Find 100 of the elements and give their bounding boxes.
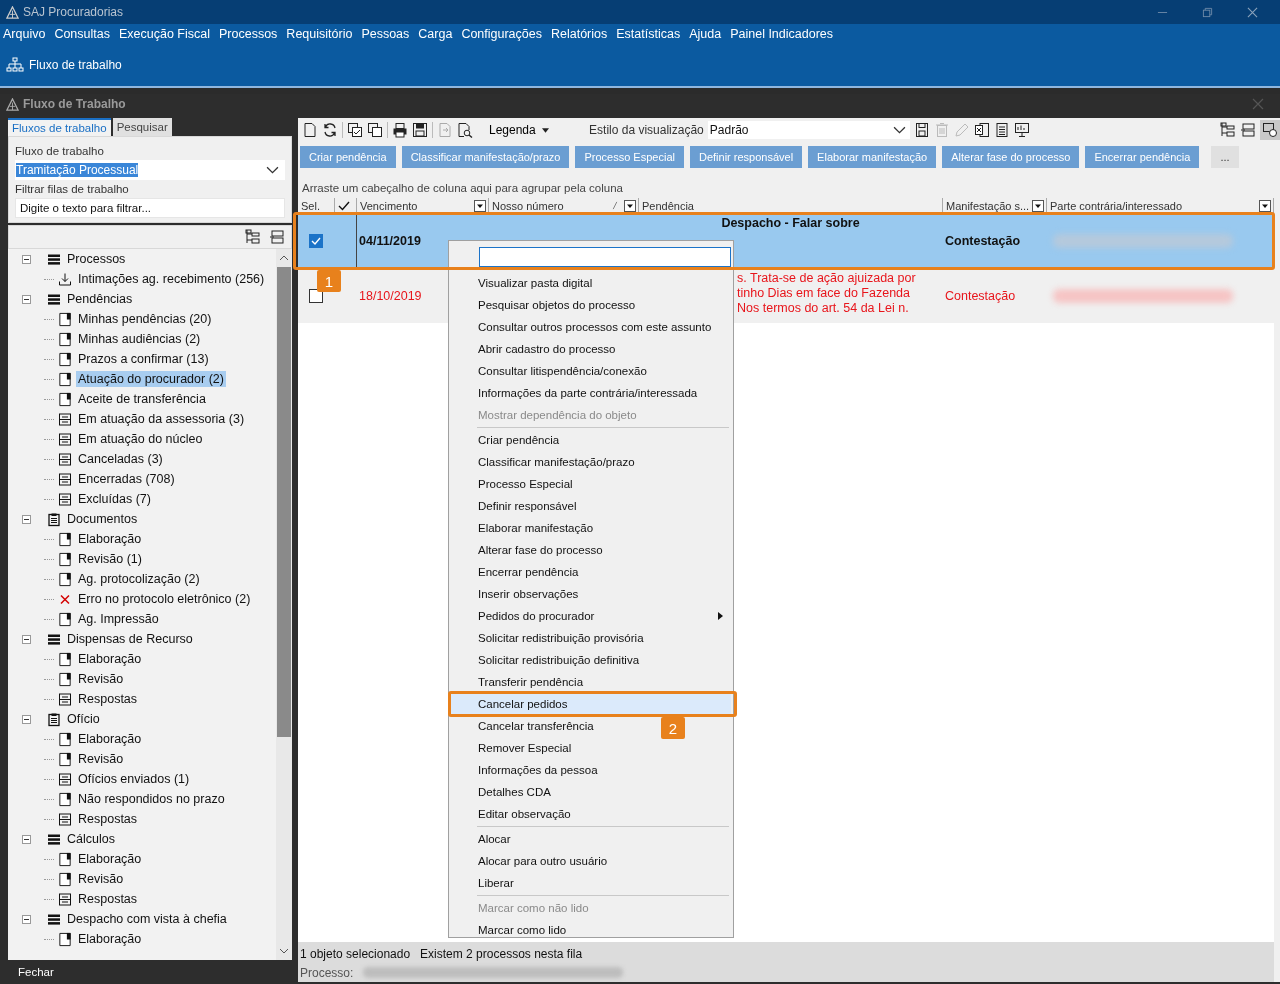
menu-item[interactable]: Marcar como lido [478, 924, 567, 936]
filter-dropdown-icon[interactable] [474, 199, 486, 212]
column-header[interactable]: Vencimento [357, 198, 489, 213]
menu-item[interactable]: Classificar manifestação/prazo [478, 456, 635, 468]
tree-group[interactable]: Despacho com vista à chefia [65, 911, 229, 927]
tree-item[interactable]: Minhas audiências (2) [76, 331, 203, 347]
menu-item[interactable]: Consultar litispendência/conexão [478, 365, 647, 377]
tree-group[interactable]: Cálculos [65, 831, 117, 847]
menu-item[interactable]: Consultas [54, 27, 110, 41]
menu-item[interactable]: Remover Especial [478, 742, 572, 754]
tree-item[interactable]: Elaboração [76, 731, 144, 747]
column-header[interactable]: Manifestação s... [943, 198, 1047, 213]
column-header[interactable]: Sel. [298, 198, 335, 213]
menu-item[interactable]: Informações da parte contrária/interessada [478, 387, 698, 399]
notes-icon[interactable] [993, 122, 1010, 138]
collapse-toggle[interactable] [22, 634, 31, 644]
workflow-dropdown[interactable]: Tramitação Processual [15, 160, 285, 180]
panel-tab[interactable]: Fluxos de trabalho [8, 118, 111, 136]
tree-item[interactable]: Não respondidos no prazo [76, 791, 227, 807]
tree-item[interactable]: Elaboração [76, 931, 144, 947]
refresh-icon[interactable] [322, 122, 338, 138]
save-icon[interactable] [913, 122, 930, 138]
save-icon[interactable] [412, 122, 428, 138]
tree-item[interactable]: Canceladas (3) [76, 451, 165, 467]
filter-dropdown-icon[interactable] [624, 199, 636, 212]
tree-item[interactable]: Revisão [76, 671, 126, 687]
column-header[interactable]: Nosso número [489, 198, 639, 213]
hierarchy-icon[interactable] [1220, 122, 1236, 138]
menu-search-field[interactable] [479, 247, 731, 267]
tree-group[interactable]: Documentos [65, 511, 140, 527]
menu-item[interactable]: Relatórios [551, 27, 608, 41]
menu-item[interactable]: Carga [418, 27, 453, 41]
restore-icon[interactable] [1202, 6, 1213, 18]
menu-item[interactable]: Estatísticas [616, 27, 681, 41]
menu-item[interactable]: Configurações [461, 27, 542, 41]
menu-item[interactable]: Inserir observações [478, 588, 579, 600]
tree-item[interactable]: Em atuação da assessoria (3) [76, 411, 247, 427]
menu-item[interactable]: Editar observação [478, 808, 571, 820]
menu-item[interactable]: Alterar fase do processo [478, 544, 603, 556]
menu-item[interactable]: Liberar [478, 877, 514, 889]
menu-item[interactable]: Alocar para outro usuário [478, 855, 608, 867]
menu-item[interactable]: Pesquisar objetos do processo [478, 299, 636, 311]
checklist-icon[interactable] [347, 122, 363, 138]
panel-tab[interactable]: Pesquisar [112, 118, 172, 136]
collapse-icon[interactable] [1240, 122, 1256, 138]
scroll-down-icon[interactable] [279, 948, 289, 954]
tree-item[interactable]: Atuação do procurador (2) [76, 371, 226, 387]
scroll-up-icon[interactable] [279, 255, 289, 261]
preview-icon[interactable] [1260, 120, 1280, 140]
tree-item[interactable]: Revisão (1) [76, 551, 144, 567]
tree-item[interactable]: Respostas [76, 891, 140, 907]
menu-item[interactable]: Encerrar pendência [478, 566, 579, 578]
spreadsheet-icon[interactable] [973, 122, 990, 138]
collapse-toggle[interactable] [22, 254, 31, 264]
menu-item[interactable]: Pedidos do procurador [478, 610, 595, 622]
windows-icon[interactable] [367, 122, 383, 138]
tree-item[interactable]: Ofícios enviados (1) [76, 771, 192, 787]
menu-item[interactable]: Detalhes CDA [478, 786, 551, 798]
document-search-icon[interactable] [457, 122, 473, 138]
menu-item[interactable]: Visualizar pasta digital [478, 277, 593, 289]
menu-item[interactable]: Processo Especial [478, 478, 573, 490]
menu-item[interactable]: Cancelar transferência [478, 720, 594, 732]
menu-item[interactable]: Informações da pessoa [478, 764, 598, 776]
tree-group[interactable]: Pendências [65, 291, 135, 307]
tree-item[interactable]: Ag. protocolização (2) [76, 571, 202, 587]
tree-item[interactable]: Respostas [76, 691, 140, 707]
row-checkbox[interactable] [309, 289, 323, 303]
menu-item[interactable]: Abrir cadastro do processo [478, 343, 616, 355]
collapse-icon[interactable] [269, 229, 285, 245]
menu-item[interactable]: Cancelar pedidos [449, 693, 731, 715]
column-header[interactable]: Parte contrária/interessado [1047, 198, 1274, 213]
column-header[interactable]: Pendência [639, 198, 943, 213]
menu-item[interactable]: Definir responsável [478, 500, 577, 512]
tree-item[interactable]: Excluídas (7) [76, 491, 153, 507]
chart-icon[interactable] [1013, 122, 1030, 138]
tree-group[interactable]: Processos [65, 251, 128, 267]
menu-item[interactable]: Pessoas [361, 27, 410, 41]
tree-item[interactable]: Encerradas (708) [76, 471, 177, 487]
row-checkbox[interactable] [309, 234, 323, 248]
tree-group[interactable]: Dispensas de Recurso [65, 631, 195, 647]
menu-item[interactable]: Ajuda [689, 27, 722, 41]
tree-item[interactable]: Intimações ag. recebimento (256) [76, 271, 267, 287]
tree-item[interactable]: Ag. Impressão [76, 611, 161, 627]
tree-item[interactable]: Revisão [76, 871, 126, 887]
menu-item[interactable]: Requisitório [286, 27, 353, 41]
tree-group[interactable]: Ofício [65, 711, 102, 727]
menu-item[interactable]: Elaborar manifestação [478, 522, 594, 534]
legend-dropdown[interactable]: Legenda [483, 122, 556, 138]
menu-item[interactable]: Solicitar redistribuição definitiva [478, 654, 640, 666]
print-icon[interactable] [392, 122, 408, 138]
tree-item[interactable]: Elaboração [76, 531, 144, 547]
tree-item[interactable]: Respostas [76, 811, 140, 827]
filter-dropdown-icon[interactable] [1032, 199, 1044, 212]
workflow-button[interactable]: Fluxo de trabalho [4, 55, 124, 75]
menu-item[interactable]: Execução Fiscal [119, 27, 210, 41]
menu-item[interactable]: Processos [219, 27, 278, 41]
close-icon[interactable] [1247, 6, 1258, 18]
menu-item[interactable]: Transferir pendência [478, 676, 584, 688]
collapse-toggle[interactable] [22, 294, 31, 304]
tree-item[interactable]: Erro no protocolo eletrônico (2) [76, 591, 253, 607]
